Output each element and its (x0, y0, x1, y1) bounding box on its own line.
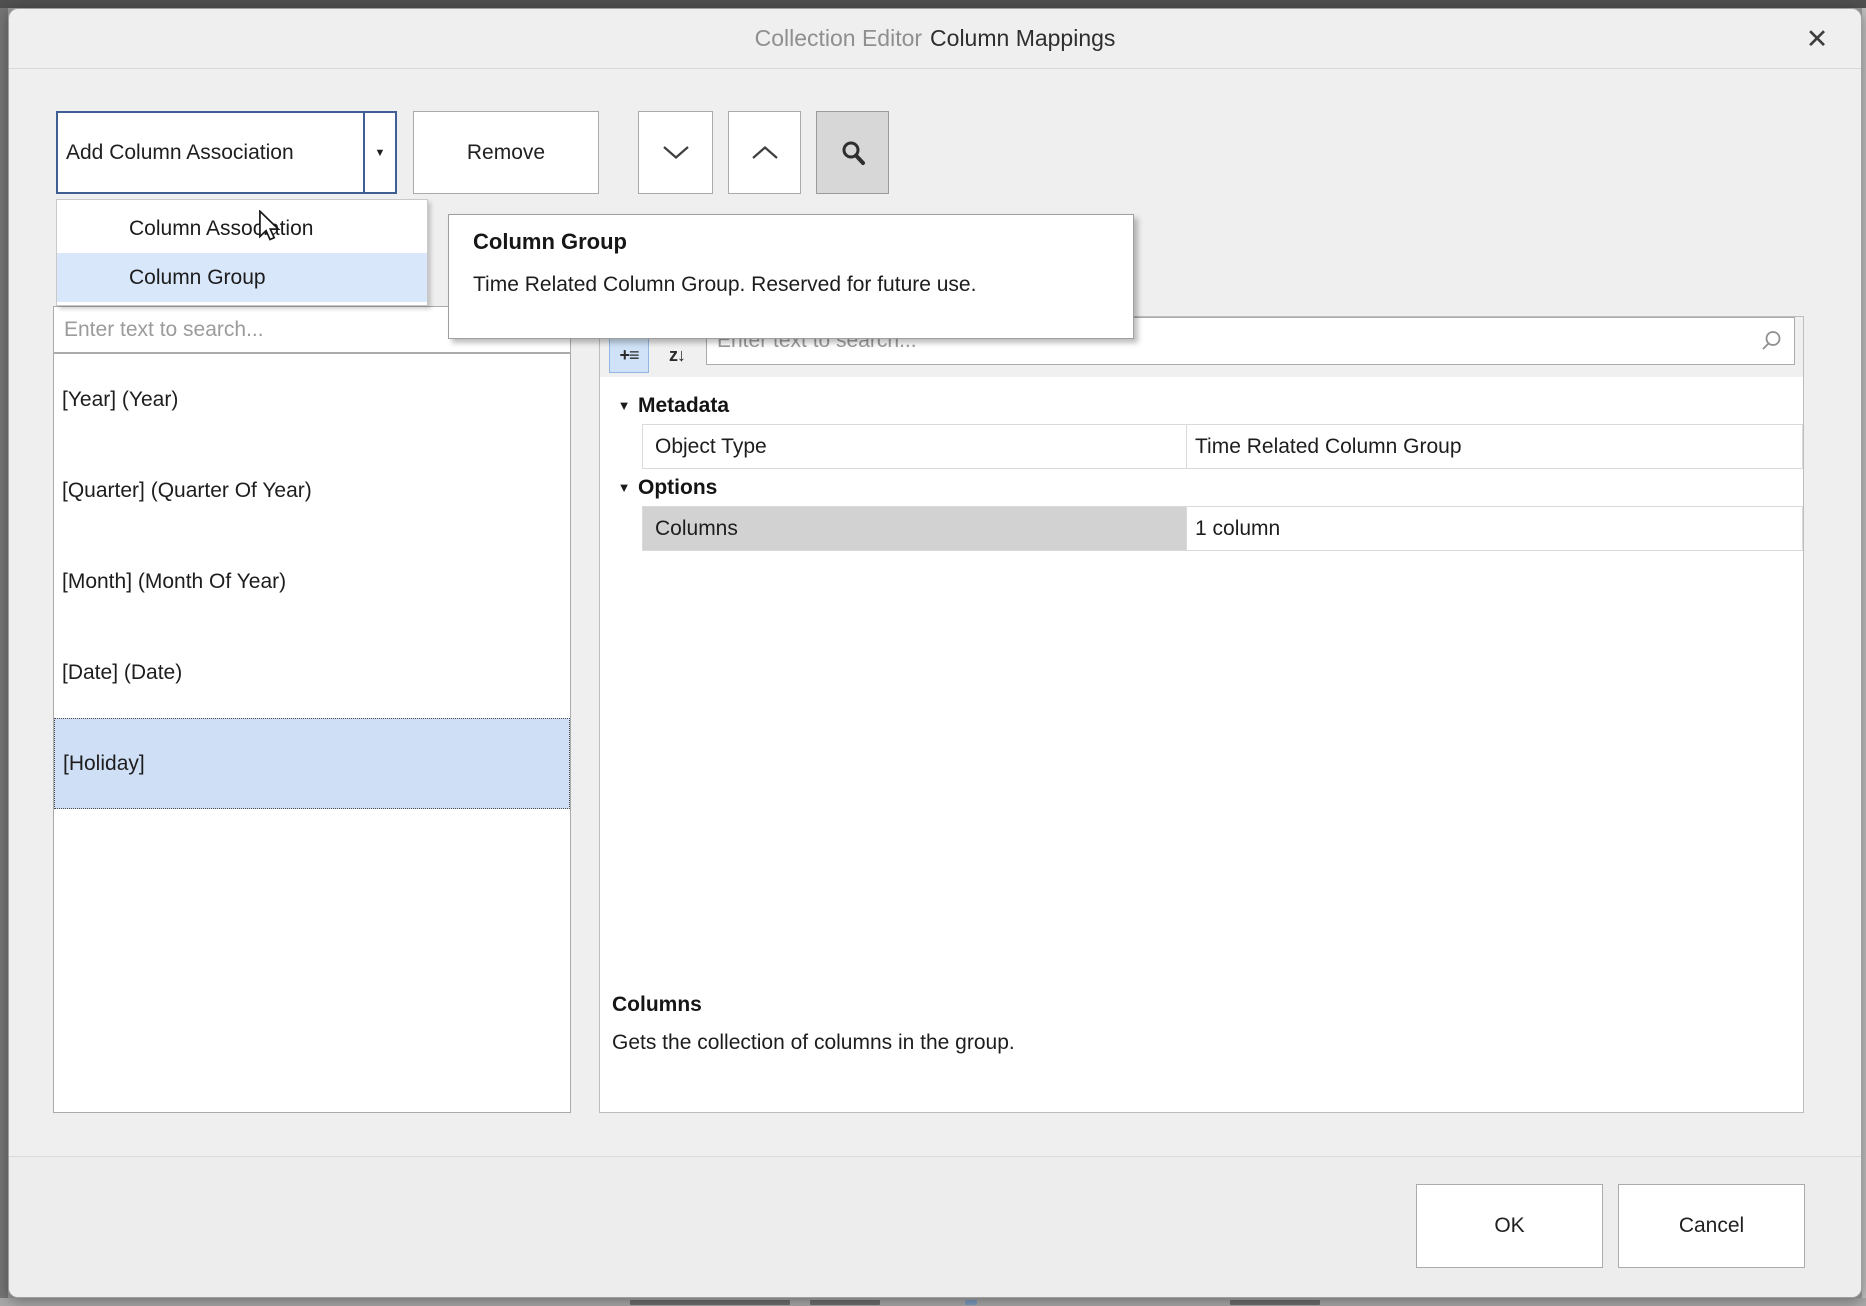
dialog-title: Column Mappings (930, 25, 1115, 52)
categorized-view-icon[interactable]: +≡ (609, 338, 649, 373)
column-mappings-list: [Year] (Year) [Quarter] (Quarter Of Year… (53, 353, 571, 1113)
search-toggle-button[interactable] (816, 111, 889, 194)
add-column-association-button[interactable]: Add Column Association (58, 113, 363, 192)
property-grid-panel: +≡ z↓ ▼ Metadata Object Type Time Relate… (599, 316, 1804, 1113)
list-item[interactable]: [Quarter] (Quarter Of Year) (54, 445, 570, 536)
property-description-title: Columns (612, 993, 1712, 1017)
property-value[interactable]: Time Related Column Group (1187, 424, 1803, 469)
move-down-button[interactable] (638, 111, 713, 194)
search-icon (840, 140, 866, 166)
property-row-columns: Columns 1 column (642, 506, 1803, 551)
alphabetical-sort-icon[interactable]: z↓ (657, 338, 697, 373)
background-artifact (1230, 1300, 1320, 1305)
category-label: Options (638, 476, 717, 500)
background-bottom-strip (0, 1298, 1866, 1306)
collection-editor-dialog: Collection Editor Column Mappings ✕ Add … (8, 8, 1862, 1298)
list-item[interactable]: [Month] (Month Of Year) (54, 536, 570, 627)
list-item[interactable]: [Year] (Year) (54, 354, 570, 445)
mouse-cursor-icon (258, 210, 284, 247)
add-column-association-split-button[interactable]: Add Column Association ▼ (56, 111, 397, 194)
property-label[interactable]: Object Type (642, 424, 1187, 469)
category-metadata[interactable]: ▼ Metadata (600, 387, 1803, 424)
list-item-selected[interactable]: [Holiday] (54, 718, 570, 809)
move-up-button[interactable] (728, 111, 801, 194)
tooltip-title: Column Group (473, 229, 1109, 255)
search-icon (1760, 330, 1782, 352)
background-artifact (965, 1300, 977, 1305)
chevron-up-icon (751, 145, 779, 160)
property-label-selected[interactable]: Columns (642, 506, 1187, 551)
chevron-down-icon (662, 145, 690, 160)
property-description-text: Gets the collection of columns in the gr… (612, 1031, 1712, 1055)
background-right-strip (1862, 8, 1866, 1306)
menu-item-column-group[interactable]: Column Group (57, 253, 427, 302)
dialog-title-prefix: Collection Editor (755, 25, 922, 52)
dropdown-arrow-icon[interactable]: ▼ (363, 113, 395, 192)
property-description: Columns Gets the collection of columns i… (612, 993, 1712, 1055)
ok-button[interactable]: OK (1416, 1184, 1603, 1268)
tooltip-description: Time Related Column Group. Reserved for … (473, 273, 1109, 297)
list-item[interactable]: [Date] (Date) (54, 627, 570, 718)
add-button-dropdown-menu: Column Association Column Group (56, 199, 428, 306)
cancel-button[interactable]: Cancel (1618, 1184, 1805, 1268)
category-options[interactable]: ▼ Options (600, 469, 1803, 506)
background-top-strip (0, 0, 1866, 8)
property-value[interactable]: 1 column (1187, 506, 1803, 551)
close-icon[interactable]: ✕ (1791, 15, 1843, 63)
remove-button[interactable]: Remove (413, 111, 599, 194)
category-label: Metadata (638, 394, 729, 418)
background-left-strip (0, 8, 8, 1306)
category-expanded-icon: ▼ (600, 480, 638, 495)
dialog-titlebar[interactable]: Collection Editor Column Mappings (9, 9, 1861, 69)
category-expanded-icon: ▼ (600, 398, 638, 413)
menu-item-column-association[interactable]: Column Association (57, 204, 427, 253)
background-artifact (810, 1300, 880, 1305)
property-row-object-type: Object Type Time Related Column Group (642, 424, 1803, 469)
column-group-tooltip: Column Group Time Related Column Group. … (448, 214, 1134, 339)
background-artifact (630, 1300, 790, 1305)
